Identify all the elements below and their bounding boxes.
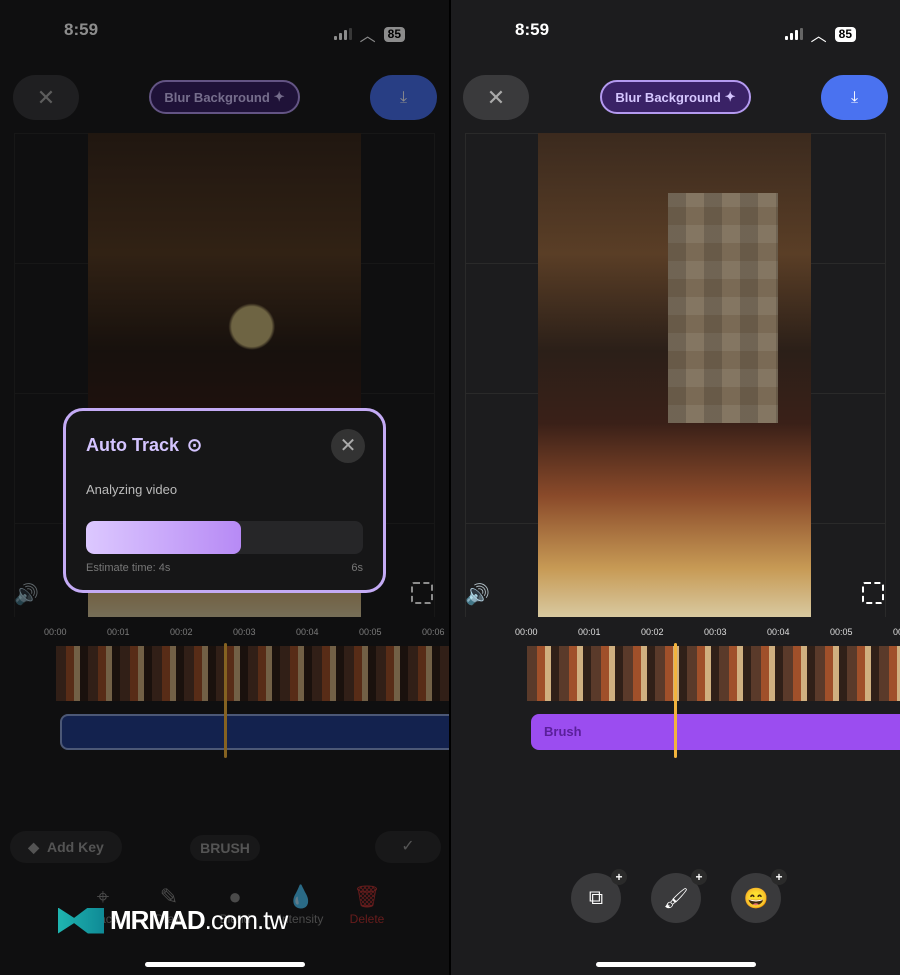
status-time: 8:59	[515, 20, 550, 39]
emoji-icon: 😄	[743, 887, 769, 910]
timeline-ruler: 00:0000:0100:0200:0300:0400:0500:06	[515, 627, 900, 637]
blur-background-button[interactable]: Blur Background ✦	[600, 80, 751, 114]
battery-icon: 85	[834, 26, 856, 42]
playhead[interactable]	[674, 643, 677, 758]
add-emoji-button[interactable]: 😄 +	[731, 869, 787, 923]
add-brush-button[interactable]: 🖌 +	[651, 869, 707, 923]
close-dialog-button[interactable]: ✕	[331, 429, 365, 463]
video-preview[interactable]	[538, 133, 811, 617]
right-screen: 8:59 ︿ 85 ✕ Blur Background ✦ ⤓ 🔊 00:00 00…	[451, 0, 900, 975]
plus-icon: +	[611, 869, 627, 885]
watermark-logo: MRMAD.com.tw	[58, 905, 288, 936]
crosshair-icon: ⊙	[187, 435, 203, 455]
shape-icon: ⧉	[588, 886, 604, 909]
brush-track[interactable]: Brush	[531, 714, 900, 750]
plus-icon: +	[771, 869, 787, 885]
volume-icon[interactable]: 🔊	[465, 582, 490, 607]
auto-track-dialog: Auto Track ⊙ ✕ Analyzing video Estimate t…	[63, 408, 386, 593]
progress-fill	[86, 521, 242, 554]
brush-icon: 🖌	[663, 887, 689, 910]
dialog-status: Analyzing video	[86, 482, 178, 497]
plus-icon: +	[691, 869, 707, 885]
fullscreen-icon[interactable]	[862, 582, 884, 604]
progress-bar	[86, 521, 363, 554]
close-button[interactable]: ✕	[463, 75, 529, 120]
video-filmstrip[interactable]	[527, 646, 900, 701]
wifi-icon: ︿	[810, 28, 827, 45]
left-screen: 8:59 ︿ 85 ✕ Blur Background ✦ ⤓ 🔊 00:00 00…	[0, 0, 449, 975]
sparkle-icon: ✦	[724, 89, 736, 104]
download-icon: ⤓	[850, 88, 859, 106]
add-shape-button[interactable]: ⧉ +	[571, 869, 627, 923]
status-icons: ︿ 85	[784, 22, 856, 46]
pixelated-subject	[668, 193, 778, 423]
download-button[interactable]: ⤓	[821, 75, 888, 120]
home-indicator	[596, 962, 756, 967]
signal-icon	[784, 28, 803, 40]
home-indicator	[145, 962, 305, 967]
